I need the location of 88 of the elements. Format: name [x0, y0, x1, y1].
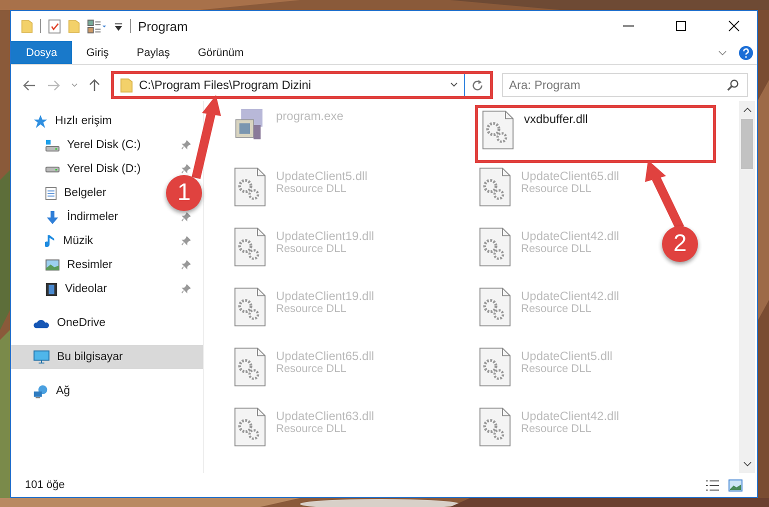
- back-arrow-icon[interactable]: [23, 80, 36, 90]
- address-path: C:\Program Files\Program Dizini: [139, 78, 312, 92]
- ribbon-tab[interactable]: Görünüm: [184, 41, 258, 64]
- file-type: Resource DLL: [276, 363, 348, 375]
- address-bar[interactable]: C:\Program Files\Program Dizini: [111, 71, 493, 99]
- help-icon[interactable]: [739, 46, 753, 60]
- gear-file-icon: [234, 227, 266, 267]
- monitor-icon: [33, 350, 50, 364]
- scroll-down-icon[interactable]: [742, 461, 752, 467]
- file-type: Resource DLL: [521, 183, 592, 195]
- network-icon: [33, 384, 49, 398]
- sidebar-item[interactable]: Hızlı erişim: [11, 109, 203, 133]
- folder-icon: [120, 78, 133, 92]
- sidebar-item[interactable]: OneDrive: [11, 311, 203, 335]
- window-title: Program: [138, 18, 188, 34]
- large-icons-view-icon[interactable]: [728, 478, 743, 492]
- sidebar-item[interactable]: Ağ: [11, 379, 203, 403]
- sidebar-item[interactable]: Müzik: [63, 235, 94, 247]
- item-count: 101 öğe: [25, 479, 65, 491]
- file-name: UpdateClient19.dll: [276, 289, 374, 303]
- picture-icon: [45, 259, 60, 271]
- sidebar-item[interactable]: Belgeler: [64, 187, 106, 199]
- drive-icon: [45, 138, 60, 152]
- search-icon: [727, 79, 739, 91]
- gear-file-icon: [479, 227, 511, 267]
- file-name: program.exe: [276, 109, 344, 123]
- pin-icon[interactable]: [181, 212, 191, 222]
- pin-icon[interactable]: [181, 140, 191, 150]
- gear-file-icon: [234, 347, 266, 387]
- file-type: Resource DLL: [276, 303, 348, 315]
- download-arrow-icon: [45, 210, 60, 224]
- file-name: UpdateClient42.dll: [521, 229, 620, 243]
- chevron-icon[interactable]: [450, 82, 458, 88]
- sidebar-item[interactable]: Videolar: [65, 283, 107, 295]
- ribbon-tab[interactable]: Giriş: [72, 41, 123, 64]
- gear-file-icon: [479, 167, 511, 207]
- sidebar-item[interactable]: Yerel Disk (D:): [67, 163, 141, 175]
- gear-file-icon: [479, 347, 511, 387]
- file-item[interactable]: vxdbuffer.dll: [475, 105, 716, 163]
- gear-file-icon: [482, 110, 514, 150]
- file-name: UpdateClient42.dll: [521, 289, 620, 303]
- layout-icon[interactable]: [87, 18, 107, 34]
- sidebar-item[interactable]: Resimler: [67, 259, 112, 271]
- document-icon: [45, 186, 57, 200]
- file-type: Resource DLL: [276, 423, 348, 435]
- file-name: UpdateClient5.dll: [276, 169, 368, 183]
- details-view-icon[interactable]: [705, 478, 720, 492]
- drive-icon: [45, 166, 60, 172]
- file-name: UpdateClient65.dll: [276, 349, 374, 363]
- star-icon: [33, 114, 48, 128]
- ribbon-tab[interactable]: Dosya: [11, 41, 72, 64]
- file-type: Resource DLL: [521, 303, 592, 315]
- dropdown-icon[interactable]: [114, 22, 123, 30]
- pin-icon[interactable]: [181, 284, 191, 294]
- pin-icon[interactable]: [181, 236, 191, 246]
- pin-icon[interactable]: [181, 260, 191, 270]
- film-icon: [45, 282, 58, 296]
- scrollbar[interactable]: [739, 101, 755, 473]
- file-name: UpdateClient19.dll: [276, 229, 374, 243]
- search-field[interactable]: Ara: Program: [502, 73, 748, 97]
- file-type: Resource DLL: [276, 183, 348, 195]
- gear-file-icon: [234, 287, 266, 327]
- file-type: Resource DLL: [521, 363, 592, 375]
- file-name: UpdateClient5.dll: [521, 349, 612, 363]
- file-name: UpdateClient63.dll: [276, 409, 374, 423]
- file-type: Resource DLL: [521, 423, 592, 435]
- pin-icon[interactable]: [181, 164, 191, 174]
- scroll-up-icon[interactable]: [742, 107, 752, 113]
- sidebar-item[interactable]: Yerel Disk (C:): [67, 139, 141, 151]
- file-name: vxdbuffer.dll: [524, 112, 588, 126]
- sidebar-item[interactable]: Bu bilgisayar: [11, 345, 203, 369]
- up-arrow-icon[interactable]: [89, 78, 100, 92]
- file-name: UpdateClient65.dll: [521, 169, 620, 183]
- file-type: Resource DLL: [521, 243, 592, 255]
- ribbon-tab[interactable]: Paylaş: [122, 41, 184, 64]
- gear-file-icon: [479, 407, 511, 447]
- gear-file-icon: [479, 287, 511, 327]
- file-name: UpdateClient42.dll: [521, 409, 620, 423]
- gear-file-icon: [234, 167, 266, 207]
- scroll-thumb[interactable]: [741, 119, 753, 169]
- chevron-icon[interactable]: [718, 50, 727, 56]
- cloud-icon: [33, 318, 50, 328]
- refresh-icon[interactable]: [471, 78, 484, 92]
- properties-icon[interactable]: [48, 18, 61, 34]
- sidebar-item[interactable]: İndirmeler: [67, 211, 118, 223]
- file-type: Resource DLL: [276, 243, 348, 255]
- gear-file-icon: [234, 407, 266, 447]
- music-note-icon: [45, 234, 56, 248]
